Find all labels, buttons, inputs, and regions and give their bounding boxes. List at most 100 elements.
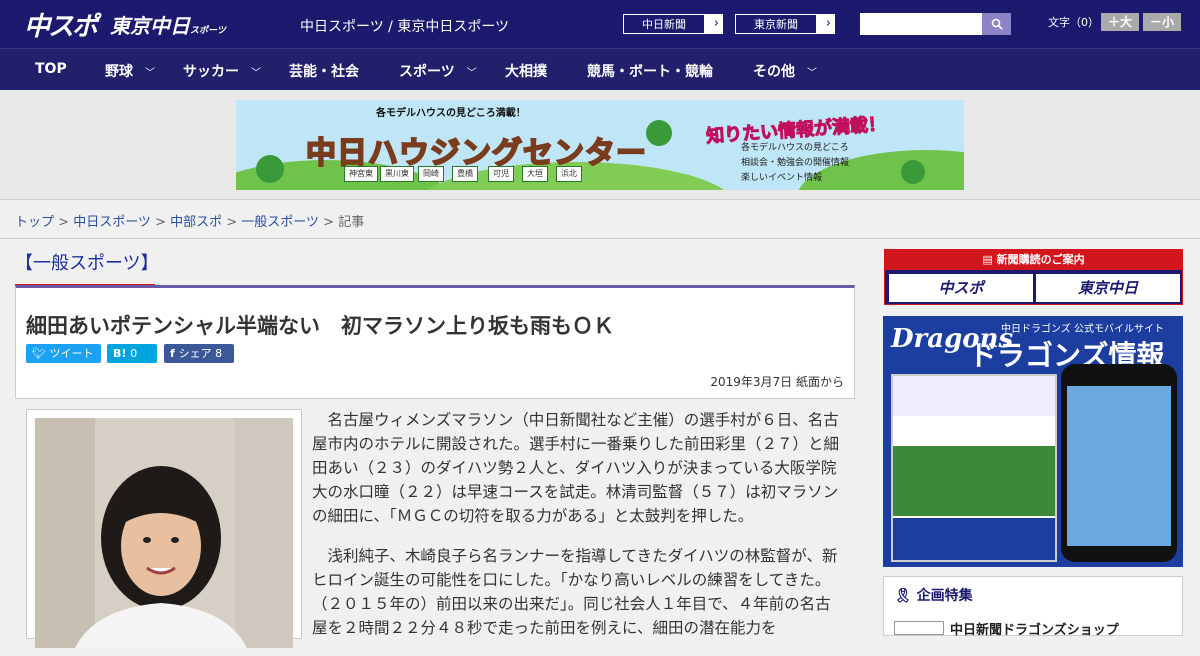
nav-item-other[interactable]: その他 ﹀	[753, 61, 817, 81]
breadcrumb-chubu[interactable]: 中部スポ	[170, 215, 222, 230]
nav-item-baseball[interactable]: 野球 ﹀	[105, 61, 155, 81]
chevron-down-icon: ﹀	[807, 68, 817, 79]
tweet-button[interactable]: 🐦︎ ツイート	[26, 344, 101, 363]
article-photo-frame	[26, 409, 302, 648]
article-paragraph: 浅利純子、木崎良子ら名ランナーを指導してきたダイハツの林監督が、新ヒロイン誕生の…	[312, 547, 838, 637]
feature-heading: 🎗︎ 企画特集	[894, 585, 973, 605]
breadcrumb-current: 記事	[338, 215, 365, 230]
nav-label: その他	[753, 64, 795, 80]
banner-town: 可児	[488, 166, 514, 182]
nav-item-entertainment[interactable]: 芸能・社会	[289, 61, 359, 81]
chevron-down-icon: ﹀	[466, 68, 477, 79]
category-heading: 【一般スポーツ】	[15, 249, 159, 287]
banner-town: 神宮東	[344, 166, 378, 182]
facebook-icon: f	[170, 347, 179, 360]
subscription-heading-text: 新聞購読のご案内	[996, 253, 1085, 266]
banner-feature: 楽しいイベント情報	[741, 173, 823, 183]
dragons-mobile-banner[interactable]: Dragons 中日ドラゴンズ 公式モバイルサイト ドラゴンズ情報	[883, 316, 1183, 567]
facebook-share-button[interactable]: f シェア 8	[164, 344, 234, 363]
nav-item-racing[interactable]: 競馬・ボート・競輪	[587, 61, 713, 81]
banner-feature: 各モデルハウスの見どころ	[741, 143, 849, 153]
nav-label: 大相撲	[505, 64, 547, 80]
subscription-heading[interactable]: ▤ 新聞購読のご案内	[885, 250, 1182, 270]
tokyo-shimbun-button[interactable]: 東京新聞 ›	[734, 13, 836, 35]
tokyo-logo-small: スポーツ	[190, 26, 226, 36]
article-date: 2019年3月7日 紙面から	[710, 375, 844, 389]
article-header: 細田あいポテンシャル半端ない 初マラソン上り坂も雨もＯＫ 🐦︎ ツイート B! …	[15, 285, 855, 399]
phone-image	[1061, 364, 1177, 562]
tree-shape	[901, 160, 925, 184]
housing-center-banner[interactable]: 各モデルハウスの見どころ満載！ 中日ハウジングセンター 知りたい情報が満載！ 各…	[236, 100, 964, 190]
search-button[interactable]	[982, 13, 1011, 35]
subscribe-tokyo-chunichi-button[interactable]: 東京中日	[1036, 274, 1180, 302]
site-names-link[interactable]: 中日スポーツ / 東京中日スポーツ	[300, 16, 509, 36]
article-body: 名古屋ウィメンズマラソン（中日新聞社など主催）の選手村が６日、名古屋市内のホテル…	[312, 408, 844, 656]
hatena-bookmark-button[interactable]: B! 0	[107, 344, 157, 363]
font-larger-button[interactable]: ＋大	[1101, 13, 1139, 31]
breadcrumb: トップ > 中日スポーツ > 中部スポ > 一般スポーツ > 記事	[15, 211, 364, 230]
phone-screen-shape	[1067, 386, 1171, 546]
chevron-right-icon: ›	[825, 16, 831, 31]
main-nav: TOP 野球 ﹀ サッカー ﹀ 芸能・社会 スポーツ ﹀ 大相撲 競馬・ボート・競輪 …	[0, 48, 1200, 90]
banner-town: 大垣	[522, 166, 548, 182]
breadcrumb-home[interactable]: トップ	[15, 215, 54, 230]
breadcrumb-general-sports[interactable]: 一般スポーツ	[241, 215, 319, 230]
scoreboard-shape	[893, 376, 1055, 416]
nav-item-top[interactable]: TOP	[35, 61, 67, 77]
chunichi-shimbun-button[interactable]: 中日新聞 ›	[622, 13, 724, 35]
feature-link[interactable]: 中日新聞ドラゴンズショップ	[950, 619, 1119, 638]
tablet-screen-image	[891, 374, 1057, 562]
subscription-box: ▤ 新聞購読のご案内 中スポ 東京中日	[884, 249, 1183, 305]
ad-area: 各モデルハウスの見どころ満載！ 中日ハウジングセンター 知りたい情報が満載！ 各…	[0, 90, 1200, 200]
breadcrumb-sep: >	[54, 215, 74, 230]
breadcrumb-sep: >	[150, 215, 171, 230]
banner-top-text: 各モデルハウスの見どころ満載！	[376, 108, 526, 119]
chunichi-shimbun-label: 中日新聞	[623, 14, 705, 34]
tweet-label: ツイート	[49, 347, 94, 360]
search-input[interactable]	[860, 13, 982, 35]
nav-label: スポーツ	[399, 64, 455, 80]
field-shape	[893, 446, 1055, 516]
nav-label: 競馬・ボート・競輪	[587, 64, 713, 80]
font-smaller-button[interactable]: －小	[1143, 13, 1181, 31]
chevron-down-icon: ﹀	[145, 68, 155, 79]
breadcrumb-sep: >	[222, 215, 242, 230]
banner-town: 浜北	[556, 166, 582, 182]
feature-section: 🎗︎ 企画特集 中日新聞ドラゴンズショップ	[883, 576, 1183, 638]
site-header: 中スポ 東京中日スポーツ 中日スポーツ / 東京中日スポーツ 中日新聞 › 東京…	[0, 0, 1200, 48]
divider	[0, 238, 1200, 239]
tokyo-shimbun-label: 東京新聞	[735, 14, 817, 34]
nav-label: サッカー	[183, 64, 239, 80]
banner-town: 岡崎	[418, 166, 444, 182]
nav-item-sports[interactable]: スポーツ ﹀	[399, 61, 477, 81]
runner-portrait-image	[35, 418, 293, 648]
ribbon-icon: 🎗︎	[894, 588, 917, 604]
chuspo-logo[interactable]: 中スポ	[24, 6, 98, 43]
feature-thumbnail[interactable]	[894, 621, 944, 635]
newspaper-icon: ▤	[982, 253, 997, 266]
nav-label: 芸能・社会	[289, 64, 359, 80]
article-title: 細田あいポテンシャル半端ない 初マラソン上り坂も雨もＯＫ	[26, 314, 614, 338]
menu-grid-shape	[893, 518, 1055, 560]
hatena-count: 0	[130, 347, 138, 360]
nav-item-soccer[interactable]: サッカー ﹀	[183, 61, 261, 81]
tokyo-chunichi-logo[interactable]: 東京中日スポーツ	[110, 10, 226, 39]
banner-feature: 相談会・勉強会の開催情報	[741, 158, 850, 168]
hatena-icon: B!	[113, 347, 131, 360]
nav-item-sumo[interactable]: 大相撲	[505, 61, 547, 81]
chevron-right-icon: ›	[713, 16, 719, 31]
subscribe-chuspo-button[interactable]: 中スポ	[889, 274, 1033, 302]
banner-town: 豊橋	[452, 166, 478, 182]
breadcrumb-sep: >	[319, 215, 339, 230]
dragons-tagline: 中日ドラゴンズ 公式モバイルサイト	[1001, 324, 1164, 335]
tree-shape	[646, 120, 672, 146]
chevron-down-icon: ﹀	[251, 68, 261, 79]
tokyo-logo-text: 東京中日	[110, 14, 190, 38]
article-photo[interactable]	[35, 418, 293, 648]
share-label: シェア	[178, 347, 212, 360]
nav-label: 野球	[105, 64, 133, 80]
tree-shape	[256, 155, 284, 183]
font-size-label: 文字（0）	[1048, 16, 1099, 29]
breadcrumb-chuspo[interactable]: 中日スポーツ	[73, 215, 151, 230]
share-count: 8	[215, 347, 223, 360]
